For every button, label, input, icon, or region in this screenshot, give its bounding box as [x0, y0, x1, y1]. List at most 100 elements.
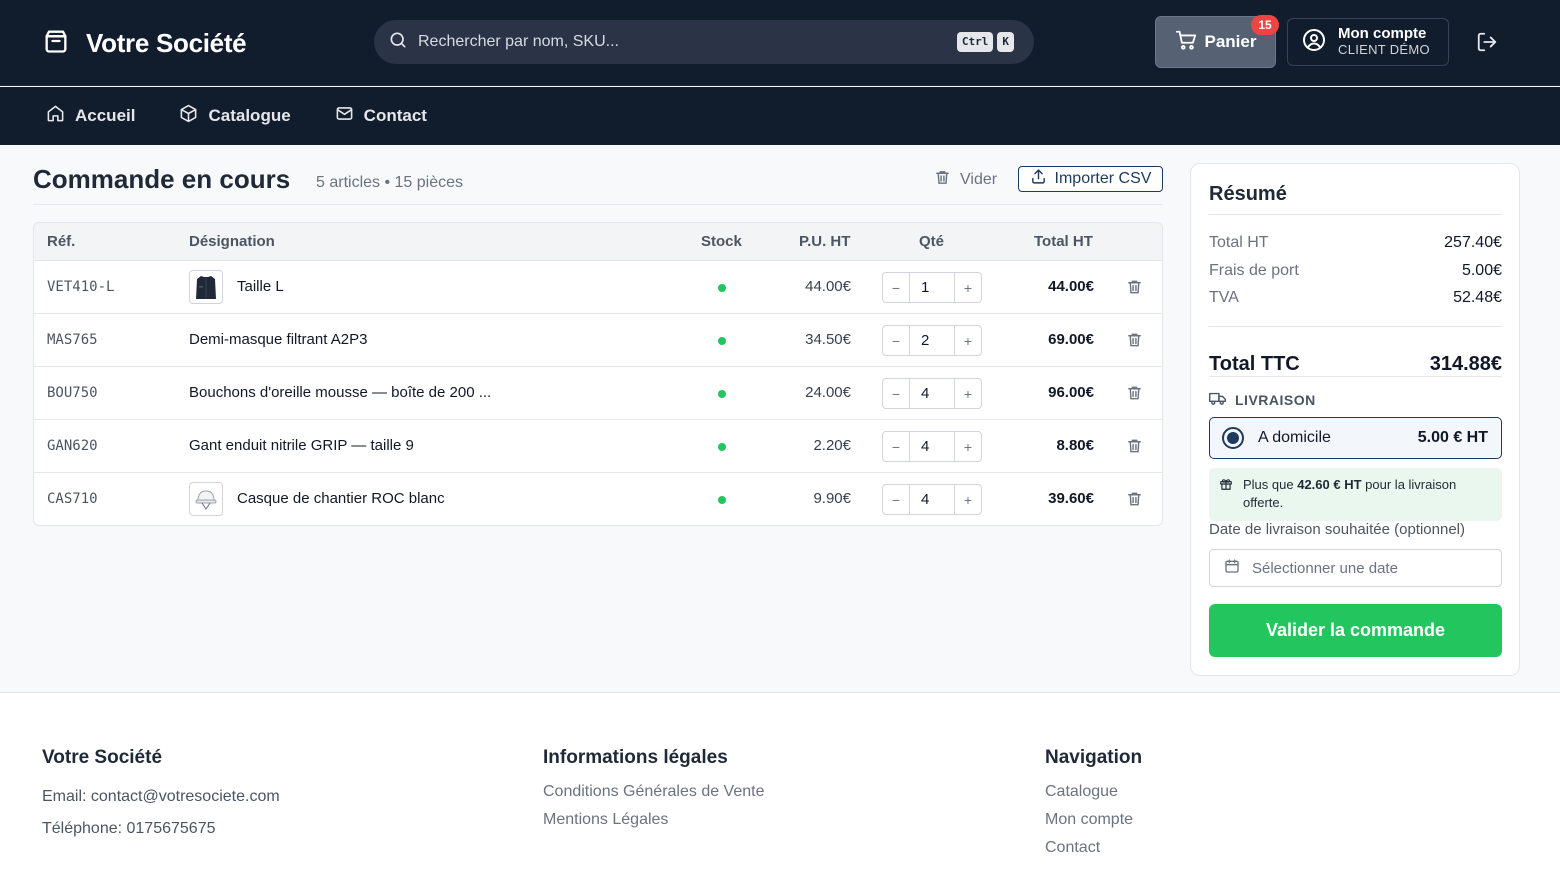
increment-button[interactable]: + — [955, 326, 981, 355]
row-designation[interactable]: Gant enduit nitrile GRIP — taille 9 — [189, 437, 414, 454]
upload-icon — [1030, 168, 1047, 190]
account-subtitle: CLIENT DÉMO — [1338, 42, 1430, 57]
order-table: Réf. Désignation Stock P.U. HT Qté Total… — [33, 222, 1163, 526]
keyboard-shortcut: Ctrl K — [956, 32, 1018, 52]
search-bar[interactable]: Rechercher par nom, SKU... Ctrl K — [374, 20, 1034, 64]
footer-link-mentions[interactable]: Mentions Légales — [543, 810, 764, 829]
stock-status-indicator — [718, 337, 726, 345]
submit-order-button[interactable]: Valider la commande — [1209, 604, 1502, 657]
row-designation[interactable]: Casque de chantier ROC blanc — [237, 490, 445, 507]
page-title: Commande en cours — [33, 164, 291, 194]
nav-item-accueil[interactable]: Accueil — [46, 104, 135, 128]
account-button[interactable]: Mon compte CLIENT DÉMO — [1287, 18, 1449, 66]
radio-selected-dot — [1227, 432, 1239, 444]
quantity-stepper: − 1 + — [882, 272, 982, 303]
row-ref: VET410-L — [47, 279, 115, 295]
footer-link-catalogue[interactable]: Catalogue — [1045, 782, 1142, 801]
search-input[interactable]: Rechercher par nom, SKU... — [418, 33, 957, 51]
row-ref: CAS710 — [47, 491, 98, 507]
stock-status-indicator — [718, 443, 726, 451]
delete-row-icon[interactable] — [1126, 278, 1143, 300]
quantity-input[interactable]: 2 — [909, 326, 955, 355]
kbd-ctrl: Ctrl — [956, 32, 994, 52]
footer-link-account[interactable]: Mon compte — [1045, 810, 1142, 829]
footer-link-cgv[interactable]: Conditions Générales de Vente — [543, 782, 764, 801]
row-designation[interactable]: Demi-masque filtrant A2P3 — [189, 331, 367, 348]
summary-grand-total: Total TTC 314.88€ — [1209, 353, 1502, 376]
product-thumbnail[interactable] — [189, 270, 223, 304]
free-shipping-prefix: Plus que — [1243, 477, 1294, 492]
cart-icon — [1175, 29, 1197, 56]
summary-label: Total HT — [1209, 234, 1269, 251]
gift-icon — [1219, 476, 1233, 513]
summary-line-tva: TVA 52.48€ — [1209, 289, 1502, 307]
delivery-option-price: 5.00 € HT — [1417, 429, 1488, 446]
table-row: MAS765 Demi-masque filtrant A2P3 34.50€ … — [34, 314, 1162, 367]
order-summary-panel: Résumé Total HT 257.40€ Frais de port 5.… — [1190, 163, 1520, 676]
import-csv-button[interactable]: Importer CSV — [1018, 166, 1163, 192]
delivery-option-label: A domicile — [1258, 429, 1331, 446]
clear-cart-button[interactable]: Vider — [934, 169, 997, 191]
product-thumbnail[interactable] — [189, 482, 223, 516]
quantity-input[interactable]: 1 — [909, 273, 955, 302]
free-shipping-notice: Plus que 42.60 € HT pour la livraison of… — [1209, 468, 1502, 521]
delivery-date-picker[interactable]: Sélectionner une date — [1209, 549, 1502, 587]
account-title: Mon compte — [1338, 25, 1427, 42]
summary-title: Résumé — [1209, 183, 1287, 205]
decrement-button[interactable]: − — [883, 432, 909, 461]
quantity-stepper: − 2 + — [882, 325, 982, 356]
footer-link-contact[interactable]: Contact — [1045, 838, 1142, 857]
delete-row-icon[interactable] — [1126, 384, 1143, 406]
footer-email: Email: contact@votresociete.com — [42, 788, 280, 805]
row-unit-price: 2.20€ — [813, 437, 851, 454]
summary-value: 52.48€ — [1453, 289, 1502, 306]
kbd-k: K — [997, 32, 1014, 52]
column-header-designation: Désignation — [189, 233, 275, 250]
delete-row-icon[interactable] — [1126, 331, 1143, 353]
column-header-unit-price: P.U. HT — [799, 233, 851, 250]
delete-row-icon[interactable] — [1126, 490, 1143, 512]
quantity-input[interactable]: 4 — [909, 432, 955, 461]
top-header: Votre Société Rechercher par nom, SKU...… — [0, 0, 1560, 86]
row-total: 96.00€ — [1048, 384, 1094, 401]
column-header-stock: Stock — [701, 233, 742, 250]
decrement-button[interactable]: − — [883, 273, 909, 302]
delivery-option-home[interactable]: A domicile 5.00 € HT — [1209, 417, 1502, 459]
row-total: 69.00€ — [1048, 331, 1094, 348]
decrement-button[interactable]: − — [883, 485, 909, 514]
delete-row-icon[interactable] — [1126, 437, 1143, 459]
quantity-input[interactable]: 4 — [909, 379, 955, 408]
nav-label-accueil: Accueil — [75, 106, 136, 125]
table-row: VET410-L Taille L 44.00€ − 1 + 44.00€ — [34, 261, 1162, 314]
divider — [33, 204, 1163, 205]
row-total: 44.00€ — [1048, 278, 1094, 295]
truck-icon — [1209, 391, 1226, 409]
row-designation[interactable]: Taille L — [237, 278, 284, 295]
increment-button[interactable]: + — [955, 379, 981, 408]
cart-button[interactable]: Panier 15 — [1155, 15, 1279, 68]
summary-line-total-ht: Total HT 257.40€ — [1209, 234, 1502, 252]
increment-button[interactable]: + — [955, 273, 981, 302]
nav-item-contact[interactable]: Contact — [335, 104, 427, 128]
import-csv-label: Importer CSV — [1054, 170, 1152, 187]
row-unit-price: 9.90€ — [813, 490, 851, 507]
order-count-summary: 5 articles • 15 pièces — [316, 174, 464, 191]
summary-label: Frais de port — [1209, 262, 1299, 279]
main-nav: Accueil Catalogue Contact — [0, 87, 1560, 145]
quantity-input[interactable]: 4 — [909, 485, 955, 514]
cart-count-badge: 15 — [1251, 15, 1279, 35]
stock-status-indicator — [718, 284, 726, 292]
increment-button[interactable]: + — [955, 432, 981, 461]
summary-value: 257.40€ — [1444, 234, 1502, 251]
radio-button[interactable] — [1222, 427, 1244, 449]
nav-item-catalogue[interactable]: Catalogue — [179, 104, 291, 128]
calendar-icon — [1224, 558, 1240, 578]
decrement-button[interactable]: − — [883, 379, 909, 408]
decrement-button[interactable]: − — [883, 326, 909, 355]
row-designation[interactable]: Bouchons d'oreille mousse — boîte de 200… — [189, 384, 491, 401]
increment-button[interactable]: + — [955, 485, 981, 514]
brand[interactable]: Votre Société — [42, 27, 247, 60]
column-header-qty: Qté — [919, 233, 945, 250]
summary-value: 5.00€ — [1461, 262, 1502, 279]
logout-icon[interactable] — [1476, 31, 1498, 58]
